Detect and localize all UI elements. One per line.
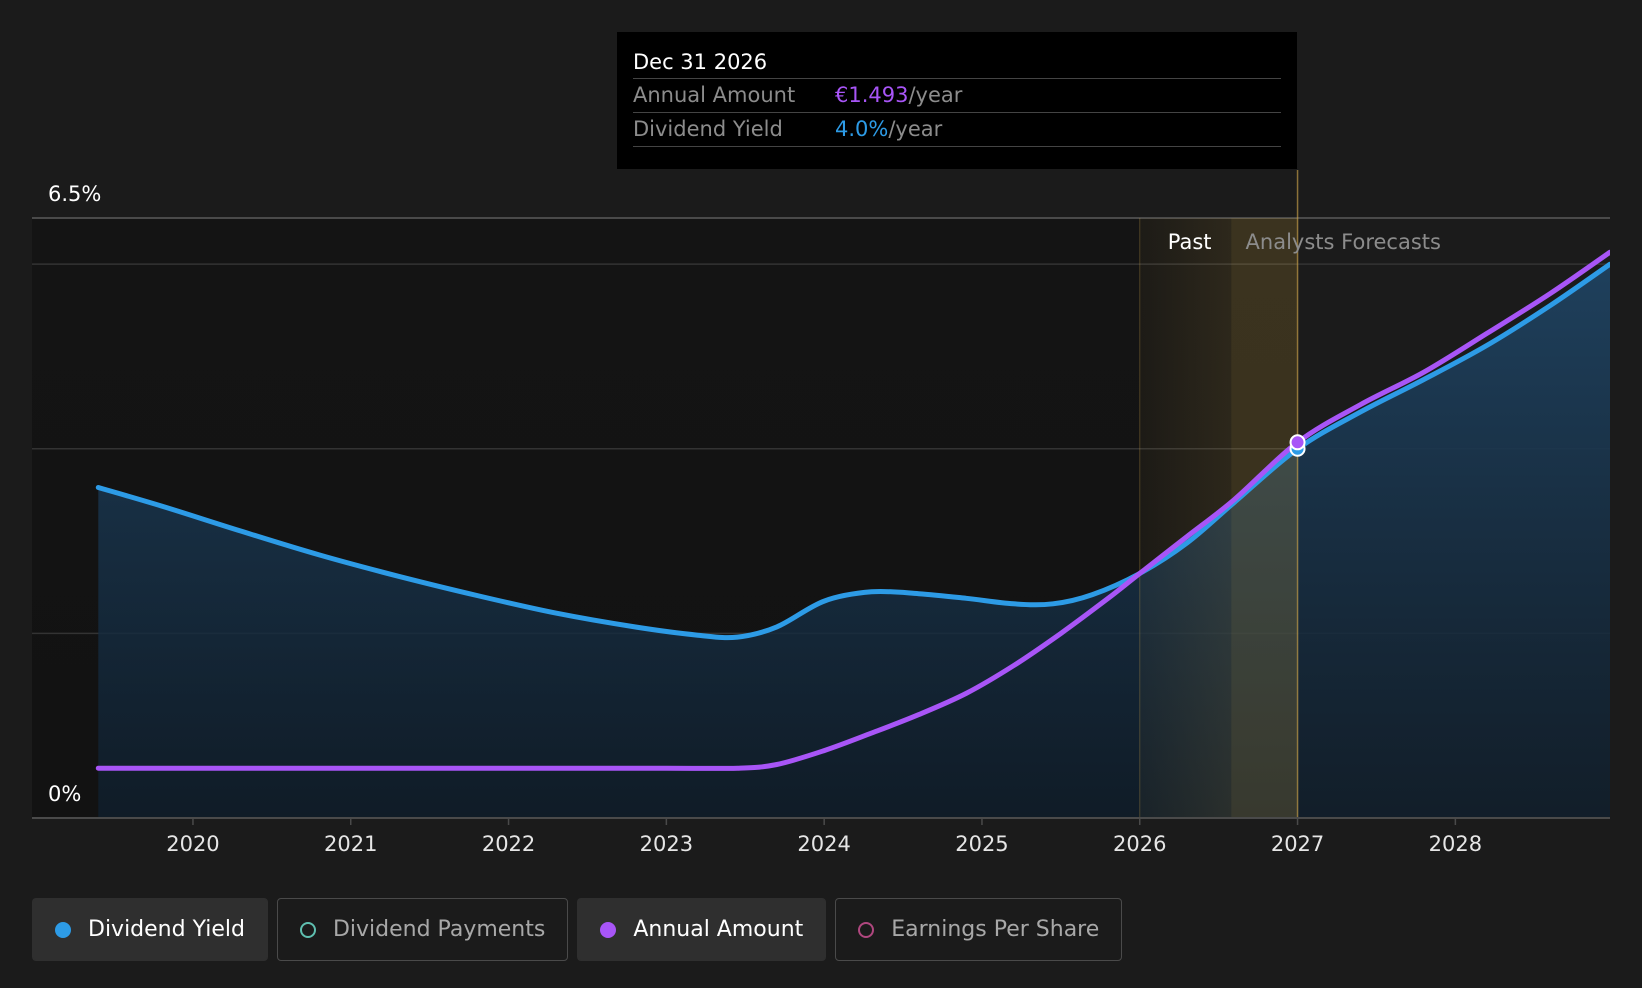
x-tick-label: 2023 xyxy=(640,832,693,856)
x-tick-label: 2021 xyxy=(324,832,377,856)
legend-label: Annual Amount xyxy=(633,917,804,942)
legend-item-dividend-payments[interactable]: Dividend Payments xyxy=(276,898,569,961)
x-tick-label: 2027 xyxy=(1271,832,1324,856)
legend-item-annual-amount[interactable]: Annual Amount xyxy=(577,898,827,961)
tooltip-label: Annual Amount xyxy=(633,83,796,107)
tooltip-value: €1.493 xyxy=(835,83,909,107)
legend-label: Earnings Per Share xyxy=(891,917,1100,942)
y-axis-bottom-label: 0% xyxy=(48,782,81,806)
x-tick-label: 2020 xyxy=(166,832,219,856)
x-tick-label: 2022 xyxy=(482,832,535,856)
annual-amount-marker xyxy=(1289,434,1306,451)
legend-dot-icon xyxy=(55,921,71,938)
legend-item-dividend-yield[interactable]: Dividend Yield xyxy=(32,898,268,961)
past-label: Past xyxy=(1168,230,1212,254)
tooltip: Dec 31 2026 Annual Amount €1.493 /year D… xyxy=(617,32,1297,169)
highlight-band xyxy=(1231,218,1298,818)
tooltip-date: Dec 31 2026 xyxy=(633,46,1281,79)
tooltip-unit: /year xyxy=(888,117,943,141)
legend-dot-icon xyxy=(600,921,617,938)
y-axis-top-label: 6.5% xyxy=(48,182,101,206)
tooltip-row-annual-amount: Annual Amount €1.493 /year xyxy=(633,79,1281,113)
tooltip-row-dividend-yield: Dividend Yield 4.0% /year xyxy=(633,113,1281,147)
x-tick-label: 2025 xyxy=(955,832,1008,856)
tooltip-label: Dividend Yield xyxy=(633,117,783,141)
tooltip-unit: /year xyxy=(908,83,963,107)
x-tick-label: 2028 xyxy=(1429,832,1482,856)
legend-item-earnings-per-share[interactable]: Earnings Per Share xyxy=(835,898,1123,961)
x-tick-label: 2024 xyxy=(797,832,850,856)
legend: Dividend Yield Dividend Payments Annual … xyxy=(32,898,1123,961)
legend-label: Dividend Yield xyxy=(88,917,245,942)
legend-ring-icon xyxy=(858,921,875,938)
tooltip-value: 4.0% xyxy=(835,117,889,141)
x-tick-label: 2026 xyxy=(1113,832,1166,856)
legend-ring-icon xyxy=(299,921,316,938)
legend-label: Dividend Payments xyxy=(332,917,546,942)
forecast-label: Analysts Forecasts xyxy=(1246,230,1441,254)
